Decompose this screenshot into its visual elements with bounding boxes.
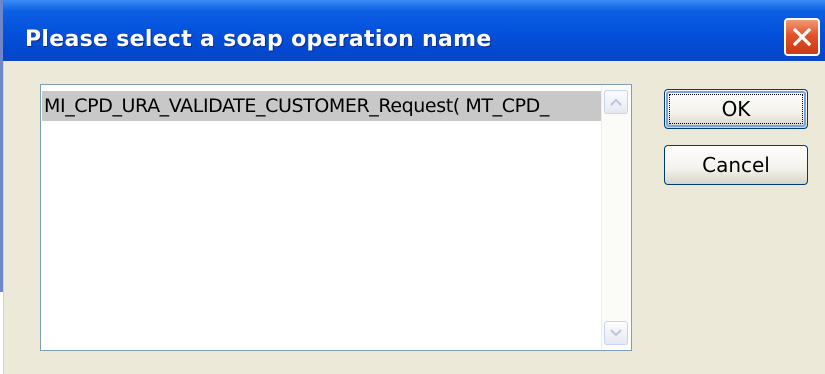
vertical-scrollbar[interactable] bbox=[601, 86, 630, 349]
operation-listbox[interactable]: MI_CPD_URA_VALIDATE_CUSTOMER_Request( MT… bbox=[40, 84, 632, 351]
close-button[interactable] bbox=[784, 18, 820, 56]
chevron-up-icon bbox=[610, 93, 622, 111]
chevron-down-icon bbox=[610, 324, 622, 342]
ok-button[interactable]: OK bbox=[664, 89, 808, 129]
ok-button-label: OK bbox=[721, 97, 751, 121]
scroll-up-button[interactable] bbox=[604, 90, 628, 114]
cancel-button-label: Cancel bbox=[702, 153, 770, 177]
scroll-down-button[interactable] bbox=[604, 321, 628, 345]
soap-operation-dialog: Please select a soap operation name MI_C… bbox=[3, 0, 825, 374]
dialog-title: Please select a soap operation name bbox=[25, 27, 492, 52]
close-icon bbox=[792, 27, 812, 47]
title-bar[interactable]: Please select a soap operation name bbox=[3, 0, 825, 61]
cancel-button[interactable]: Cancel bbox=[664, 145, 808, 185]
list-item[interactable]: MI_CPD_URA_VALIDATE_CUSTOMER_Request( MT… bbox=[42, 91, 602, 121]
